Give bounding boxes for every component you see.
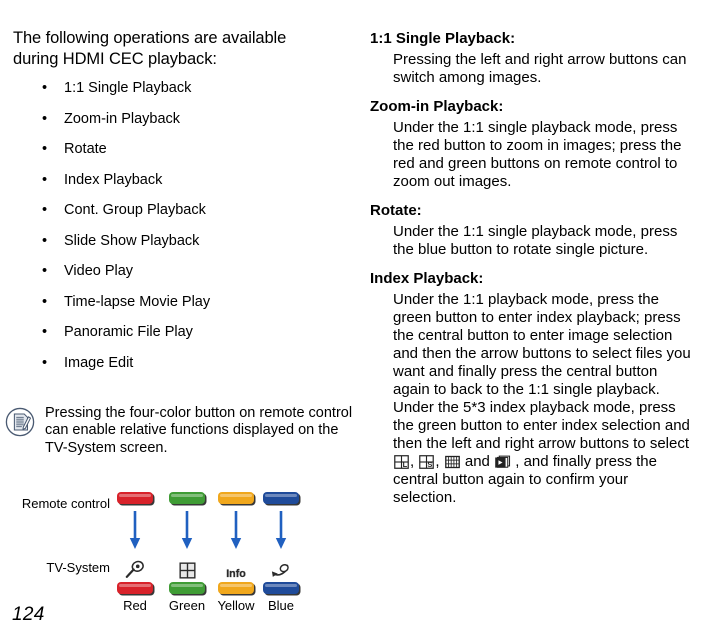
down-arrow-icon (274, 511, 288, 556)
index-mode-text: Under the 5*3 index playback mode, press… (393, 399, 690, 452)
magnifier-zoom-icon (105, 560, 165, 580)
section-paragraph-with-icons: Under the 5*3 index playback mode, press… (393, 399, 695, 507)
list-item: • Video Play (13, 263, 358, 280)
icon-separator: , (410, 453, 419, 470)
list-item-label: Slide Show Playback (64, 232, 200, 249)
button-caption-blue: Blue (267, 598, 295, 613)
down-arrow-icon (180, 511, 194, 556)
list-item-label: Video Play (64, 263, 134, 279)
layout-S-grid-icon: S (419, 455, 435, 469)
section-body-zoom-in-playback: Under the 1:1 single playback mode, pres… (370, 119, 695, 191)
list-item: • Slide Show Playback (13, 233, 358, 250)
tv-button-red[interactable] (117, 582, 153, 594)
list-item-label: Time-lapse Movie Play (64, 293, 211, 310)
bullet-icon: • (42, 80, 48, 96)
right-column: 1:1 Single Playback: Pressing the left a… (370, 30, 695, 518)
section-paragraph: Under the 1:1 playback mode, press the g… (393, 291, 691, 398)
list-item: • Index Playback (13, 172, 358, 189)
down-arrow-icon (229, 511, 243, 556)
list-item: • Time-lapse Movie Play (13, 294, 358, 311)
down-arrow-icon (128, 511, 142, 556)
note-callout: Pressing the four-color button on remote… (5, 405, 360, 457)
icon-separator: , (435, 453, 444, 470)
remote-button-yellow[interactable] (218, 492, 254, 504)
section-paragraph: Pressing the left and right arrow button… (393, 51, 687, 86)
bullet-icon: • (42, 232, 48, 249)
section-heading-zoom-in-playback: Zoom-in Playback: (370, 98, 504, 115)
remote-button-red[interactable] (117, 492, 153, 504)
grid-5x3-icon (444, 455, 460, 469)
list-item-label: Zoom-in Playback (64, 110, 181, 127)
section-heading-index-playback: Index Playback: (370, 270, 484, 287)
page-number: 124 (12, 604, 45, 625)
list-item: • Rotate (13, 141, 358, 158)
icon-conjunction: and (460, 453, 495, 470)
section-heading-rotate: Rotate: (370, 202, 422, 219)
list-item-label: Index Playback (64, 171, 163, 188)
list-item: • 1:1 Single Playback (13, 80, 358, 97)
remote-button-green[interactable] (169, 492, 205, 504)
list-item: • Zoom-in Playback (13, 111, 358, 128)
video-stack-play-icon (495, 455, 511, 469)
bullet-icon: • (42, 141, 48, 157)
svg-text:Info: Info (226, 568, 246, 580)
bullet-icon: • (42, 110, 48, 127)
remote-button-blue[interactable] (263, 492, 299, 504)
svg-text:S: S (428, 460, 433, 469)
bullet-icon: • (42, 263, 48, 279)
section-paragraph: Under the 1:1 single playback mode, pres… (393, 119, 682, 190)
section-body-index-playback: Under the 1:1 playback mode, press the g… (370, 291, 695, 507)
intro-paragraph: The following operations are available d… (13, 29, 287, 68)
button-column-blue: Blue (251, 492, 311, 613)
list-item: • Panoramic File Play (13, 324, 358, 341)
bullet-icon: • (42, 324, 48, 340)
section-heading-single-playback: 1:1 Single Playback: (370, 30, 516, 47)
tv-button-yellow[interactable] (218, 582, 254, 594)
section-paragraph: Under the 1:1 single playback mode, pres… (393, 223, 678, 258)
list-item-label: Panoramic File Play (64, 324, 193, 340)
list-item-label: Image Edit (64, 354, 134, 371)
bullet-icon: • (42, 293, 48, 310)
list-item: • Cont. Group Playback (13, 202, 358, 219)
bullet-icon: • (42, 171, 48, 188)
button-column-red: Red (105, 492, 165, 613)
bullet-icon: • (42, 202, 48, 218)
rotate-arrow-icon (251, 560, 311, 580)
list-item: • Image Edit (13, 355, 358, 372)
button-caption-red: Red (123, 598, 147, 613)
section-body-rotate: Under the 1:1 single playback mode, pres… (370, 223, 695, 259)
list-item-label: Rotate (64, 141, 107, 157)
list-item-label: 1:1 Single Playback (64, 80, 192, 96)
svg-text:L: L (403, 460, 408, 469)
note-document-pencil-icon (5, 407, 35, 437)
left-column: The following operations are available d… (13, 28, 358, 385)
section-body-single-playback: Pressing the left and right arrow button… (370, 51, 695, 87)
tv-button-green[interactable] (169, 582, 205, 594)
tv-button-blue[interactable] (263, 582, 299, 594)
list-item-label: Cont. Group Playback (64, 202, 206, 218)
feature-list: • 1:1 Single Playback • Zoom-in Playback… (13, 80, 358, 372)
note-text: Pressing the four-color button on remote… (45, 405, 353, 456)
bullet-icon: • (42, 354, 48, 371)
layout-L-grid-icon: L (394, 455, 409, 469)
